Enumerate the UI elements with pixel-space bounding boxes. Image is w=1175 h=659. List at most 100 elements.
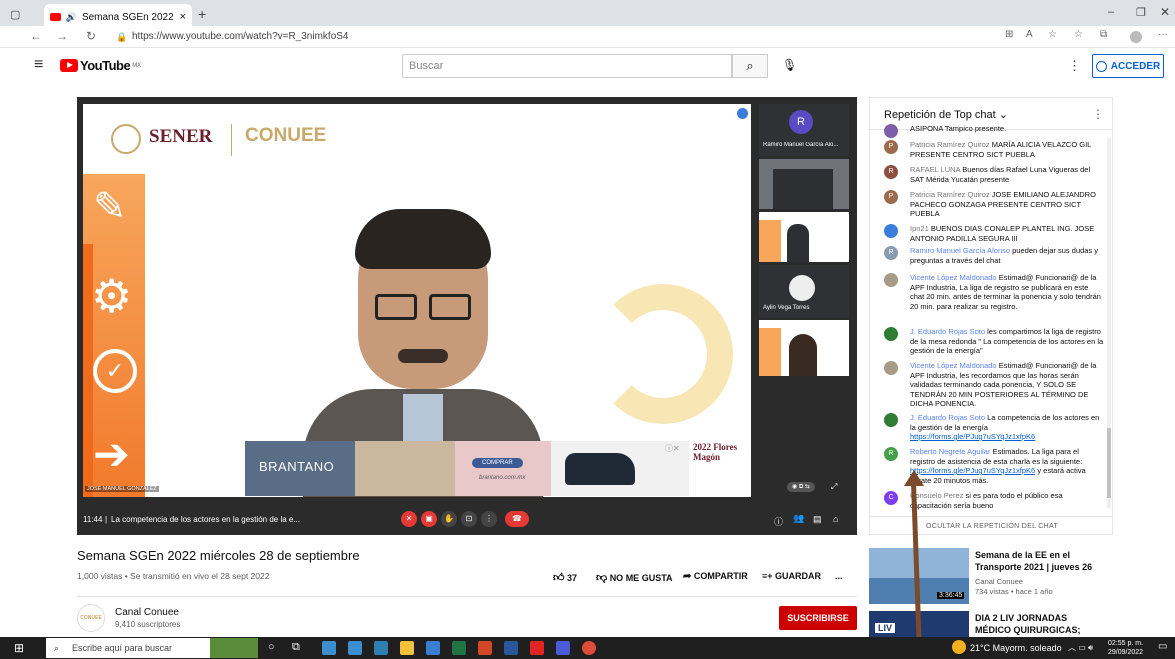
- ad-close-icon[interactable]: ⓘ✕: [665, 443, 680, 454]
- participant-tile[interactable]: R Ramiro Manuel García Alo...: [759, 104, 849, 156]
- settings-more-icon[interactable]: ⋮: [1068, 58, 1081, 74]
- reload-icon[interactable]: ↻: [86, 29, 96, 43]
- channel-name[interactable]: Canal Conuee: [115, 607, 179, 618]
- excel-icon[interactable]: [452, 641, 466, 655]
- chat-author[interactable]: Vicente López Maldonado: [910, 273, 997, 282]
- chat-avatar[interactable]: P: [884, 140, 898, 154]
- end-call-icon[interactable]: ☎: [505, 511, 529, 527]
- more-options-icon[interactable]: ⋮: [481, 511, 497, 527]
- photos-icon[interactable]: [374, 641, 388, 655]
- chat-avatar[interactable]: [884, 413, 898, 427]
- video-ad-banner[interactable]: BRANTANO COMPRAR brantano.com.mx ⓘ✕: [245, 441, 689, 496]
- chat-author[interactable]: Vicente López Maldonado: [910, 361, 997, 370]
- participant-tile[interactable]: [759, 159, 849, 209]
- youtube-logo[interactable]: YouTube MX: [60, 58, 141, 73]
- reader-icon[interactable]: ⊞: [1005, 29, 1013, 40]
- minimize-button[interactable]: –: [1108, 6, 1114, 18]
- chat-author[interactable]: RAFAEL LUNA: [910, 165, 960, 174]
- chat-avatar[interactable]: C: [884, 491, 898, 505]
- signin-button[interactable]: ACCEDER: [1092, 54, 1164, 78]
- windows-start-icon[interactable]: ⊞: [14, 641, 24, 655]
- layout-toggle-icon[interactable]: ◉ ⧉ ⇆: [787, 482, 815, 492]
- participant-tile[interactable]: [759, 320, 849, 376]
- chat-avatar[interactable]: R: [884, 447, 898, 461]
- channel-avatar[interactable]: CONUEE: [77, 604, 105, 632]
- chat-author[interactable]: Roberto Negrete Aguilar: [910, 447, 990, 456]
- url-field[interactable]: 🔒 https://www.youtube.com/watch?v=R_3nim…: [112, 29, 982, 45]
- chat-avatar[interactable]: [884, 273, 898, 287]
- hamburger-menu-icon[interactable]: ≡: [34, 56, 43, 74]
- chrome-icon[interactable]: [582, 641, 596, 655]
- window-menu-icon[interactable]: ▢: [10, 8, 20, 21]
- taskbar-clock[interactable]: 02:55 p. m. 29/09/2022: [1108, 639, 1143, 657]
- audio-icon[interactable]: 🔊: [66, 12, 77, 23]
- people-icon[interactable]: 👥: [793, 513, 804, 524]
- collections-icon[interactable]: ⧉: [1100, 29, 1107, 40]
- restore-button[interactable]: ❐: [1136, 6, 1146, 19]
- ad-buy-button[interactable]: COMPRAR: [472, 458, 523, 468]
- share-button[interactable]: ➦ COMPARTIR: [683, 571, 748, 582]
- chat-avatar[interactable]: [884, 327, 898, 341]
- fullscreen-icon[interactable]: ⤢: [831, 482, 837, 492]
- more-actions-button[interactable]: ...: [835, 571, 843, 581]
- new-tab-button[interactable]: +: [198, 6, 206, 22]
- chat-avatar[interactable]: R: [884, 165, 898, 179]
- chat-menu-icon[interactable]: ⋮: [1092, 107, 1104, 121]
- chat-avatar[interactable]: R: [884, 246, 898, 260]
- save-button[interactable]: ≡+ GUARDAR: [762, 571, 821, 581]
- cortana-icon[interactable]: ○: [268, 641, 275, 653]
- favorites-icon[interactable]: ☆: [1074, 29, 1083, 40]
- microphone-icon[interactable]: 🎙: [782, 58, 797, 72]
- recommended-title[interactable]: Semana de la EE en el Transporte 2021 | …: [975, 549, 1095, 573]
- participant-tile[interactable]: [759, 212, 849, 262]
- video-player[interactable]: ✎ ⚙ ✓ ➔ SENER CONUEE BRANTANO COMPRAR br…: [77, 97, 857, 535]
- tab-close-icon[interactable]: ×: [180, 11, 186, 23]
- acrobat-icon[interactable]: [530, 641, 544, 655]
- chat-avatar[interactable]: [884, 224, 898, 238]
- present-icon[interactable]: ⊡: [461, 511, 477, 527]
- chat-avatar[interactable]: [884, 361, 898, 375]
- search-input[interactable]: Buscar: [402, 54, 732, 78]
- edge-icon[interactable]: [322, 641, 336, 655]
- raise-hand-icon[interactable]: ✋: [441, 511, 457, 527]
- chat-author[interactable]: J. Eduardo Rojas Soto: [910, 413, 985, 422]
- task-view-icon[interactable]: ⧉: [292, 641, 300, 654]
- chat-author[interactable]: Consuelo Perez: [910, 491, 963, 500]
- close-window-button[interactable]: ✕: [1160, 5, 1170, 19]
- chat-author[interactable]: Patricia Ramírez Quiroz: [910, 190, 990, 199]
- chat-author[interactable]: J. Eduardo Rojas Soto: [910, 327, 985, 336]
- favorite-star-icon[interactable]: ☆: [1048, 29, 1057, 40]
- chat-author[interactable]: Ramiro Manuel García Alonso: [910, 246, 1010, 255]
- chat-author[interactable]: Patricia Ramírez Quiroz: [910, 140, 990, 149]
- search-button[interactable]: ⌕: [732, 54, 768, 78]
- taskbar-weather[interactable]: 21°C Mayorm. soleado: [970, 643, 1062, 653]
- dislike-button[interactable]: 👎︎ NO ME GUSTA: [596, 571, 673, 584]
- read-aloud-icon[interactable]: A: [1026, 29, 1033, 40]
- profile-icon[interactable]: [1130, 31, 1142, 43]
- mic-off-icon[interactable]: ✕: [401, 511, 417, 527]
- chat-author[interactable]: Ipn21: [910, 224, 929, 233]
- chat-scrollbar[interactable]: [1107, 138, 1111, 508]
- forward-icon[interactable]: →: [56, 29, 68, 43]
- like-button[interactable]: 👍︎ 37: [553, 571, 577, 584]
- file-explorer-icon[interactable]: [400, 641, 414, 655]
- chat-avatar[interactable]: [884, 124, 898, 138]
- chat-link[interactable]: https://forms.gle/PJug7uSYqJz1xfpK6: [910, 432, 1035, 441]
- info-icon[interactable]: ⓘ: [774, 515, 783, 528]
- teams-icon[interactable]: [556, 641, 570, 655]
- chat-link[interactable]: https://forms.gle/PJug7uSYqJz1xfpK6: [910, 466, 1035, 475]
- notifications-icon[interactable]: ▭: [1158, 641, 1167, 652]
- browser-menu-icon[interactable]: ···: [1158, 29, 1168, 40]
- subscribe-button[interactable]: SUSCRIBIRSE: [779, 606, 857, 630]
- activities-icon[interactable]: ⌂: [833, 514, 838, 524]
- camera-off-icon[interactable]: ▣: [421, 511, 437, 527]
- chat-icon[interactable]: ▤: [813, 514, 822, 525]
- word-icon[interactable]: [504, 641, 518, 655]
- store-icon[interactable]: [426, 641, 440, 655]
- back-icon[interactable]: ←: [30, 29, 42, 43]
- system-tray-icons[interactable]: ︿ ▭ 🔊︎: [1068, 642, 1093, 653]
- chat-scroll-thumb[interactable]: [1107, 428, 1111, 498]
- mail-icon[interactable]: [348, 641, 362, 655]
- hide-chat-replay-button[interactable]: OCULTAR LA REPETICIÓN DEL CHAT: [870, 516, 1112, 534]
- chat-avatar[interactable]: P: [884, 190, 898, 204]
